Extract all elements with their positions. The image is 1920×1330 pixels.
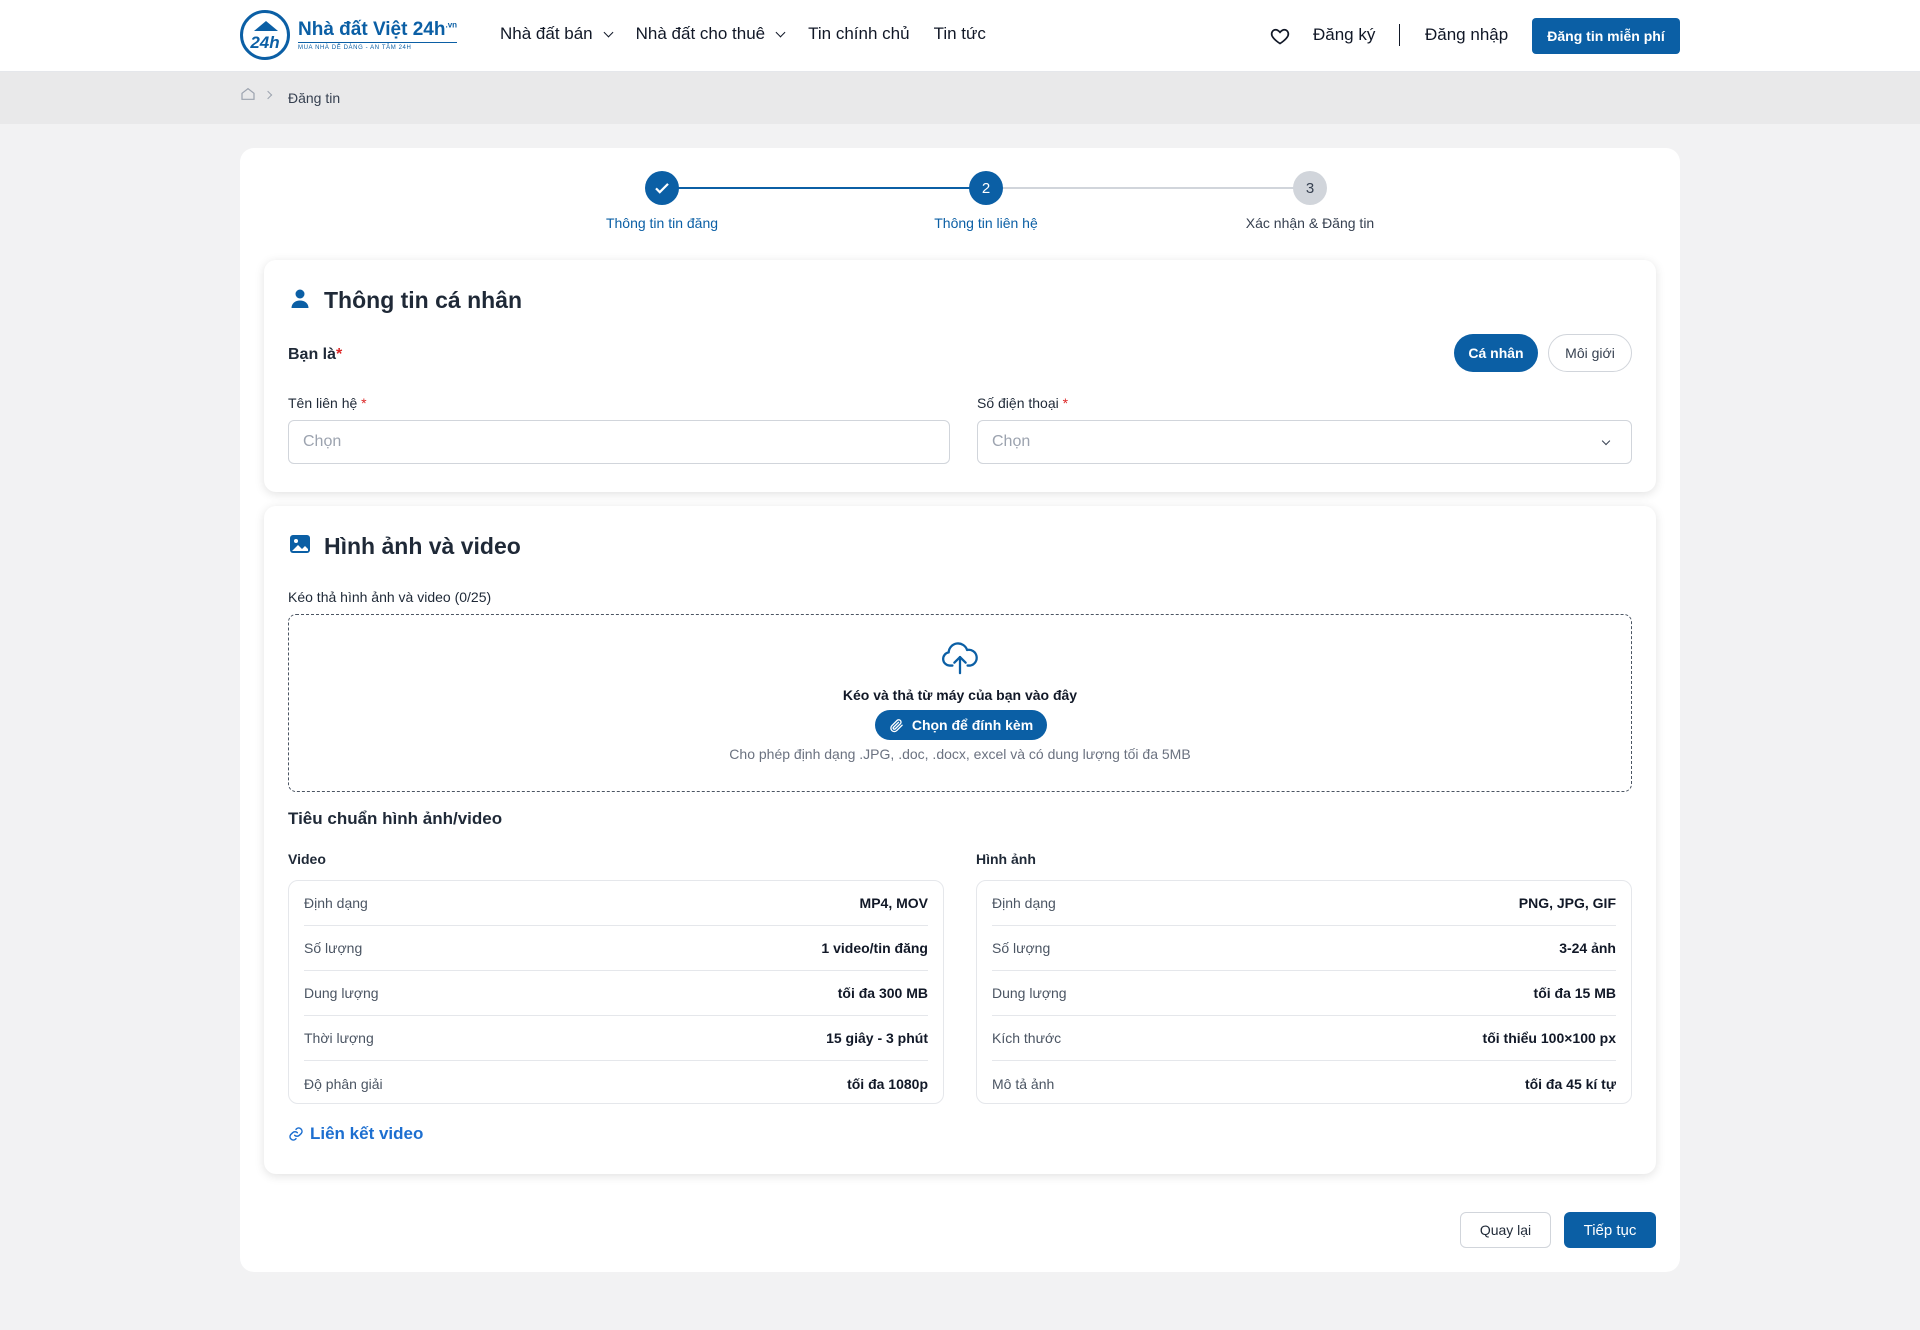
step-connector-pending [986, 187, 1310, 189]
media-dropzone[interactable]: Kéo và thả từ máy của bạn vào đây Chọn đ… [288, 614, 1632, 792]
step-3-label: Xác nhận & Đăng tin [1245, 215, 1375, 231]
user-icon [291, 289, 309, 308]
spec-row: Dung lượng tối đa 300 MB [304, 971, 928, 1016]
video-spec-heading: Video [288, 851, 326, 867]
home-icon[interactable] [240, 86, 256, 102]
register-link[interactable]: Đăng ký [1313, 25, 1375, 45]
step-connector-done [662, 187, 986, 189]
checkmark-icon [655, 183, 669, 194]
main-nav: Nhà đất bán Nhà đất cho thuê Tin chính c… [500, 24, 1010, 44]
phone-select[interactable]: Chọn [977, 420, 1632, 464]
option-individual[interactable]: Cá nhân [1454, 334, 1538, 372]
post-free-button[interactable]: Đăng tin miễn phí [1532, 18, 1680, 54]
step-2-indicator: 2 [969, 171, 1003, 205]
chevron-down-icon [1601, 436, 1611, 446]
you-are-label: Bạn là* [288, 346, 343, 363]
media-section: Hình ảnh và video Kéo thả hình ảnh và vi… [264, 506, 1656, 1174]
step-2-label: Thông tin liên hệ [934, 215, 1038, 231]
continue-button[interactable]: Tiếp tục [1564, 1212, 1656, 1248]
phone-select-value: Chọn [992, 433, 1031, 450]
phone-label: Số điện thoại * [977, 395, 1069, 411]
spec-row: Định dạng MP4, MOV [304, 881, 928, 926]
drag-label: Kéo thả hình ảnh và video (0/25) [288, 589, 492, 605]
media-title: Hình ảnh và video [324, 533, 521, 559]
step-1-label: Thông tin tin đăng [605, 215, 719, 231]
chevron-down-icon [603, 27, 614, 37]
nav-item-sale[interactable]: Nhà đất bán [500, 24, 614, 44]
nav-item-rent[interactable]: Nhà đất cho thuê [636, 24, 786, 44]
header-divider [1399, 24, 1400, 46]
spec-row: Dung lượng tối đa 15 MB [992, 971, 1616, 1016]
spec-row: Định dạng PNG, JPG, GIF [992, 881, 1616, 926]
allowed-formats-text: Cho phép định dạng .JPG, .doc, .docx, ex… [729, 746, 1191, 762]
nav-item-news[interactable]: Tin tức [934, 24, 986, 44]
video-link-label: Liên kết video [310, 1124, 424, 1143]
site-header: 24h Nhà đất Việt 24h.vn MUA NHÀ DỄ DÀNG … [0, 0, 1920, 72]
contact-name-label: Tên liên hệ * [288, 395, 367, 411]
post-form-card: 2 3 Thông tin tin đăng Thông tin liên hệ… [240, 148, 1680, 1272]
nav-item-owner-posts[interactable]: Tin chính chủ [808, 24, 909, 44]
logo-slogan: MUA NHÀ DỄ DÀNG - AN TÂM 24H [298, 42, 458, 51]
image-spec-heading: Hình ảnh [976, 851, 1036, 867]
cloud-upload-icon [942, 642, 978, 675]
spec-row: Số lượng 1 video/tin đăng [304, 926, 928, 971]
breadcrumb-current: Đăng tin [288, 90, 341, 106]
logo-domain: .vn [445, 20, 458, 30]
spec-row: Kích thước tối thiểu 100×100 px [992, 1016, 1616, 1061]
dropzone-text: Kéo và thả từ máy của bạn vào đây [842, 687, 1078, 703]
video-link[interactable]: Liên kết video [288, 1124, 423, 1144]
image-spec-table: Định dạng PNG, JPG, GIF Số lượng 3-24 ảnh … [976, 880, 1632, 1104]
video-spec-table: Định dạng MP4, MOV Số lượng 1 video/tin đă… [288, 880, 944, 1104]
chevron-down-icon [775, 27, 786, 37]
spec-row: Độ phân giải tối đa 1080p [304, 1075, 928, 1092]
link-icon [289, 1127, 303, 1141]
logo-house-icon: 24h [240, 10, 290, 60]
site-logo[interactable]: 24h Nhà đất Việt 24h.vn MUA NHÀ DỄ DÀNG … [240, 10, 460, 60]
standards-title: Tiêu chuẩn hình ảnh/video [288, 809, 503, 828]
image-icon [290, 535, 310, 553]
step-3-indicator: 3 [1293, 171, 1327, 205]
heart-icon[interactable] [1270, 26, 1290, 46]
step-1-indicator [645, 171, 679, 205]
spec-row: Số lượng 3-24 ảnh [992, 926, 1616, 971]
personal-info-section: Thông tin cá nhân Bạn là* Cá nhân Môi gi… [264, 260, 1656, 492]
paperclip-icon [890, 718, 903, 732]
spec-row: Mô tả ảnh tối đa 45 kí tự [992, 1075, 1616, 1092]
attach-button-label: Chọn để đính kèm [911, 717, 1034, 733]
contact-name-input[interactable]: Chọn [288, 420, 950, 464]
attach-button[interactable]: Chọn để đính kèm [875, 710, 1047, 740]
option-broker[interactable]: Môi giới [1548, 334, 1632, 372]
login-link[interactable]: Đăng nhập [1425, 25, 1508, 45]
personal-info-title: Thông tin cá nhân [324, 287, 523, 313]
back-button[interactable]: Quay lại [1460, 1212, 1551, 1248]
logo-name: Nhà đất Việt 24h [298, 19, 446, 40]
required-mark: * [336, 346, 343, 363]
spec-row: Thời lượng 15 giây - 3 phút [304, 1016, 928, 1061]
